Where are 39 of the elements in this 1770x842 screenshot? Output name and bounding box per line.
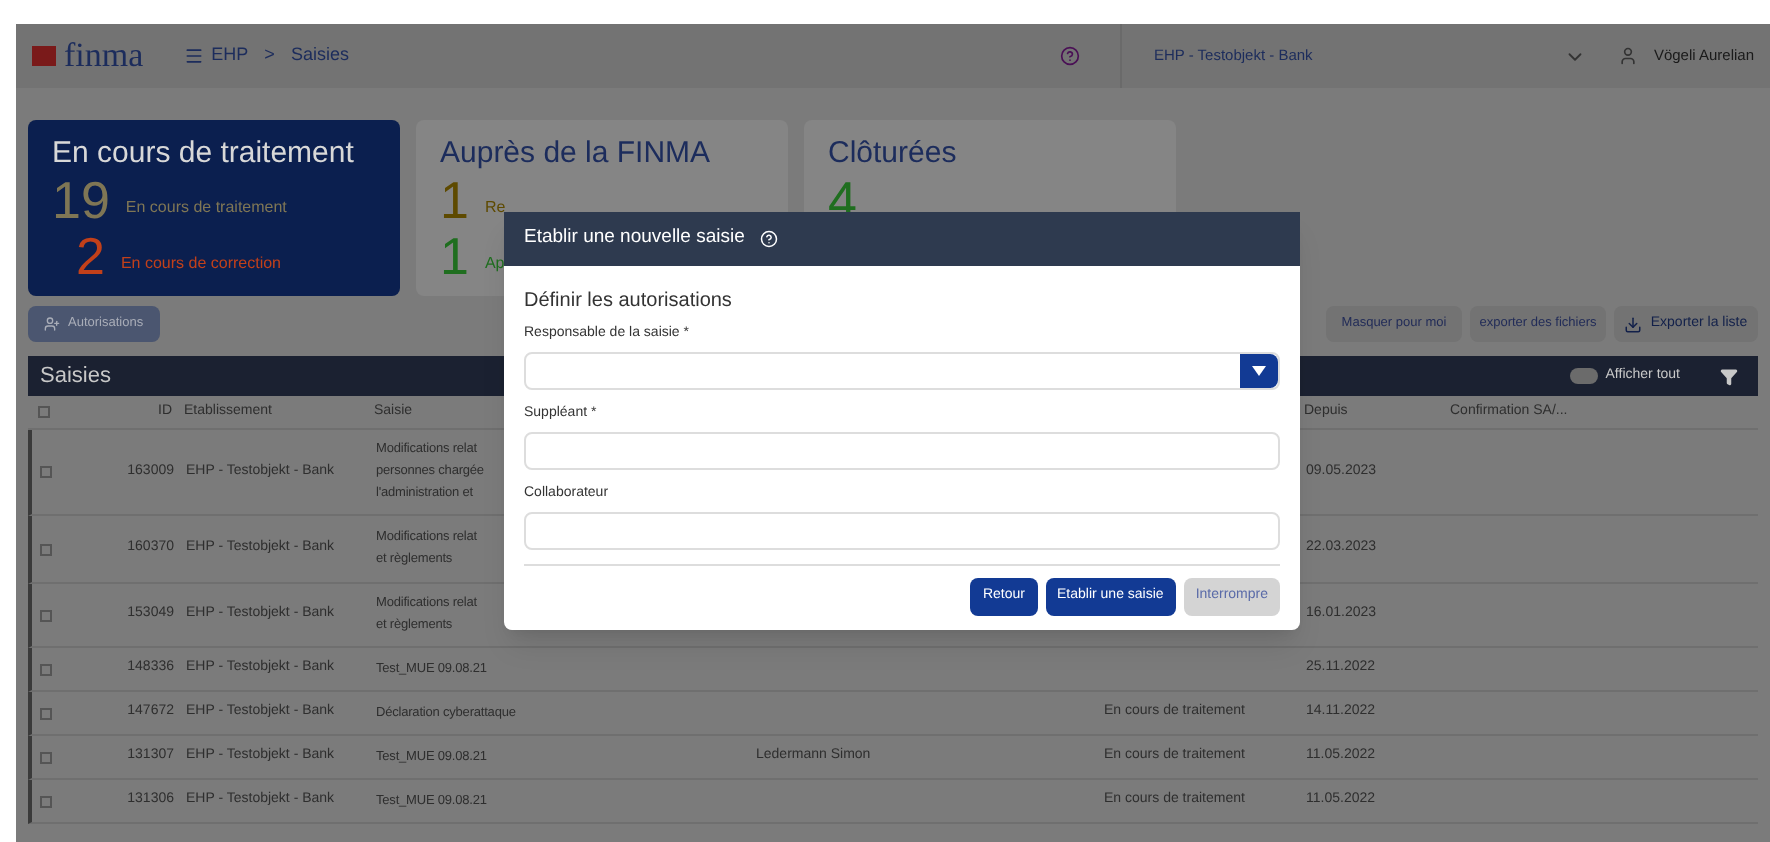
breadcrumb-page[interactable]: Saisies bbox=[290, 42, 349, 70]
count-value: 2 bbox=[76, 228, 105, 284]
count-value: 1 bbox=[440, 228, 469, 284]
table-title: Saisies bbox=[40, 361, 111, 392]
row-checkbox[interactable] bbox=[40, 707, 52, 719]
flag-icon bbox=[32, 46, 56, 66]
logo[interactable]: finma bbox=[64, 30, 144, 82]
row-checkbox[interactable] bbox=[40, 543, 52, 555]
download-icon bbox=[1624, 315, 1643, 333]
count-value: 1 bbox=[440, 172, 469, 228]
toggle-switch[interactable] bbox=[1569, 368, 1598, 384]
section-title: Définir les autorisations bbox=[524, 290, 734, 314]
breadcrumb-separator: > bbox=[264, 42, 275, 69]
status-card[interactable]: En cours de traitement 19 En cours de traitement 2 En cours de correction bbox=[28, 120, 400, 296]
row-checkbox[interactable] bbox=[40, 609, 52, 621]
input-field[interactable] bbox=[524, 512, 1280, 550]
caret-icon bbox=[1252, 366, 1266, 376]
filter-icon[interactable] bbox=[1720, 367, 1738, 385]
row-checkbox[interactable] bbox=[40, 466, 52, 478]
input-field[interactable] bbox=[524, 432, 1280, 470]
card-title: Clôturées bbox=[828, 136, 959, 172]
count-label: Ap bbox=[484, 252, 505, 276]
row-checkbox[interactable] bbox=[40, 663, 52, 675]
select-field[interactable] bbox=[524, 352, 1280, 390]
count-label: En cours de correction bbox=[120, 252, 282, 276]
menu-label[interactable]: EHP bbox=[211, 42, 249, 70]
dropdown-button[interactable] bbox=[1240, 354, 1278, 388]
card-title: En cours de traitement bbox=[52, 136, 356, 172]
user-plus-icon bbox=[44, 316, 60, 332]
count-label: Re bbox=[484, 196, 506, 220]
select-all-checkbox[interactable] bbox=[38, 406, 50, 418]
dialog-title: Etablir une nouvelle saisie bbox=[524, 224, 745, 253]
card-title: Auprès de la FINMA bbox=[440, 136, 713, 172]
count-label: En cours de traitement bbox=[125, 196, 287, 220]
count-value: 19 bbox=[52, 172, 110, 228]
menu-icon[interactable] bbox=[183, 46, 204, 66]
row-checkbox[interactable] bbox=[40, 795, 52, 807]
user-icon bbox=[1617, 46, 1638, 66]
row-checkbox[interactable] bbox=[40, 751, 52, 763]
